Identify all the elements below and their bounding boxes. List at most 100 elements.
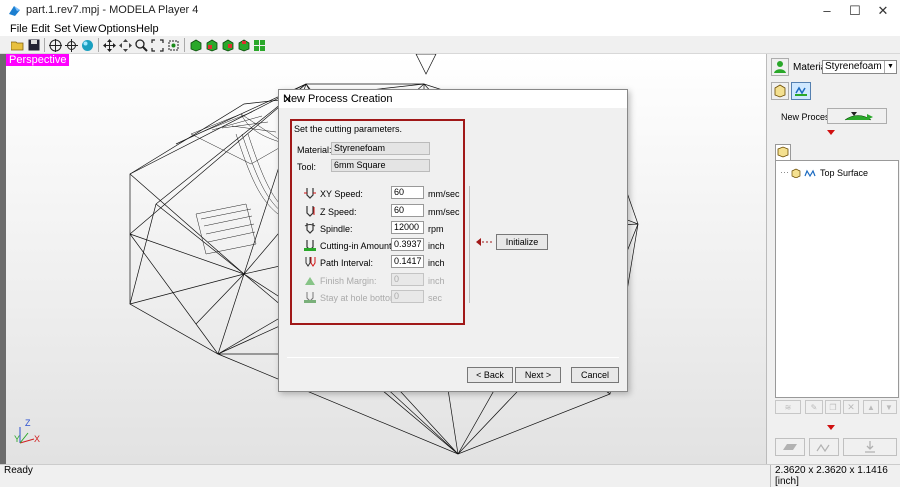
spindle-unit: rpm	[428, 224, 444, 234]
finish-margin-unit: inch	[428, 276, 445, 286]
open-folder-icon[interactable]	[10, 38, 25, 52]
move-down-button[interactable]: ▼	[881, 400, 897, 414]
spindle-input[interactable]: 12000	[391, 221, 424, 234]
delete-button[interactable]: ✕	[843, 400, 859, 414]
chevron-down-icon: ▼	[884, 61, 896, 73]
zoom-icon[interactable]	[134, 38, 149, 52]
z-speed-icon	[306, 206, 315, 217]
xy-speed-label: XY Speed:	[320, 189, 363, 199]
dialog-separator	[287, 357, 619, 358]
save-icon[interactable]	[26, 38, 41, 52]
path-interval-input[interactable]: 0.1417	[391, 255, 424, 268]
cut-button[interactable]	[843, 438, 897, 456]
spindle-icon	[304, 223, 316, 234]
menu-help[interactable]: Help	[136, 23, 159, 35]
stay-hole-icon	[304, 292, 316, 303]
tool-field: 6mm Square	[331, 159, 430, 172]
menu-options[interactable]: Options	[98, 23, 136, 35]
title-bar: part.1.rev7.mpj - MODELA Player 4 – ☐ ✕	[0, 0, 900, 22]
close-button[interactable]: ✕	[874, 2, 892, 20]
next-button[interactable]: Next >	[515, 367, 561, 383]
cut-setup-button[interactable]	[809, 438, 839, 456]
down-arrow-icon	[827, 425, 835, 430]
finish-margin-label: Finish Margin:	[320, 276, 377, 286]
status-text: Ready	[4, 465, 33, 476]
tree-tab[interactable]	[775, 144, 791, 160]
copy-button[interactable]: ❐	[825, 400, 841, 414]
folder-icon	[791, 168, 801, 178]
cancel-button[interactable]: Cancel	[571, 367, 619, 383]
tool-field-label: Tool:	[297, 162, 317, 172]
path-props-button[interactable]: ✎	[805, 400, 823, 414]
z-speed-label: Z Speed:	[320, 207, 357, 217]
path-interval-icon	[305, 257, 316, 267]
view-top-icon[interactable]	[236, 38, 251, 52]
crosshair-icon[interactable]	[64, 38, 79, 52]
new-process-button[interactable]	[827, 108, 887, 124]
box-icon	[774, 84, 786, 98]
xy-speed-input[interactable]: 60	[391, 186, 424, 199]
menu-view[interactable]: View	[73, 23, 97, 35]
move-up-button[interactable]: ▲	[863, 400, 879, 414]
initialize-button[interactable]: Initialize	[496, 234, 548, 250]
cut-icon	[865, 441, 875, 453]
app-icon	[9, 6, 20, 16]
z-speed-unit: mm/sec	[428, 207, 460, 217]
model-dimensions: 2.3620 x 2.3620 x 1.1416 [inch]	[770, 465, 900, 487]
menu-file[interactable]: File	[10, 23, 28, 35]
zoom-fit-icon[interactable]	[150, 38, 165, 52]
tool-path-icon	[795, 86, 807, 96]
up-arrow-icon: ▲	[867, 402, 875, 412]
material-select[interactable]: Styrenefoam ▼	[822, 60, 897, 74]
process-tree[interactable]: ⋯ Top Surface	[775, 160, 899, 398]
back-button[interactable]: < Back	[467, 367, 513, 383]
move-icon[interactable]	[118, 38, 133, 52]
view-side-icon[interactable]	[220, 38, 235, 52]
view-box-icon[interactable]	[188, 38, 203, 52]
stay-hole-label: Stay at hole bottom:	[320, 293, 401, 303]
z-speed-input[interactable]: 60	[391, 204, 424, 217]
params-divider	[469, 186, 470, 303]
material-select-value: Styrenefoam	[825, 61, 882, 72]
right-panel: Material Styrenefoam ▼ New Process ⋯ Top…	[766, 54, 900, 464]
path-edit-button[interactable]: ≋	[775, 400, 801, 414]
cutting-in-input[interactable]: 0.3937	[391, 238, 424, 251]
user-icon	[774, 61, 786, 73]
menu-set[interactable]: Set	[54, 23, 71, 35]
folder-icon	[777, 146, 789, 158]
minimize-button[interactable]: –	[818, 2, 836, 20]
surface-path-icon	[804, 169, 816, 177]
material-field-label: Material:	[297, 145, 332, 155]
xy-speed-icon	[304, 188, 316, 199]
view-front-icon[interactable]	[204, 38, 219, 52]
dialog-instruction: Set the cutting parameters.	[294, 124, 403, 134]
spindle-label: Spindle:	[320, 224, 353, 234]
zoom-area-icon[interactable]	[166, 38, 181, 52]
globe-icon[interactable]	[80, 38, 95, 52]
delete-icon: ✕	[847, 401, 855, 412]
left-arrow-icon	[476, 238, 494, 246]
menu-edit[interactable]: Edit	[31, 23, 50, 35]
path-interval-label: Path Interval:	[320, 258, 374, 268]
target-icon[interactable]	[48, 38, 63, 52]
axis-z-label: Z	[25, 418, 31, 428]
preview-icon	[783, 444, 797, 450]
maximize-button[interactable]: ☐	[846, 2, 864, 20]
grid-view-icon[interactable]	[252, 38, 267, 52]
axis-x-label: X	[34, 434, 41, 444]
down-arrow-icon	[827, 130, 835, 135]
finish-margin-input: 0	[391, 273, 424, 286]
view-mode-label: Perspective	[6, 54, 70, 66]
process-tab-button[interactable]	[791, 82, 811, 100]
dialog-close-icon[interactable]: ✕	[283, 93, 621, 106]
copy-icon: ❐	[829, 402, 837, 412]
xy-speed-unit: mm/sec	[428, 189, 460, 199]
material-user-button[interactable]	[771, 58, 789, 76]
preview-cut-button[interactable]	[775, 438, 805, 456]
model-box-button[interactable]	[771, 82, 789, 100]
cutting-in-label: Cutting-in Amount:	[320, 241, 395, 251]
menu-bar: File Edit Set View Options Help	[0, 22, 900, 36]
pan-icon[interactable]	[102, 38, 117, 52]
dialog-title-bar: New Process Creation ✕	[279, 90, 627, 108]
tree-item-top-surface[interactable]: ⋯ Top Surface	[780, 167, 868, 178]
